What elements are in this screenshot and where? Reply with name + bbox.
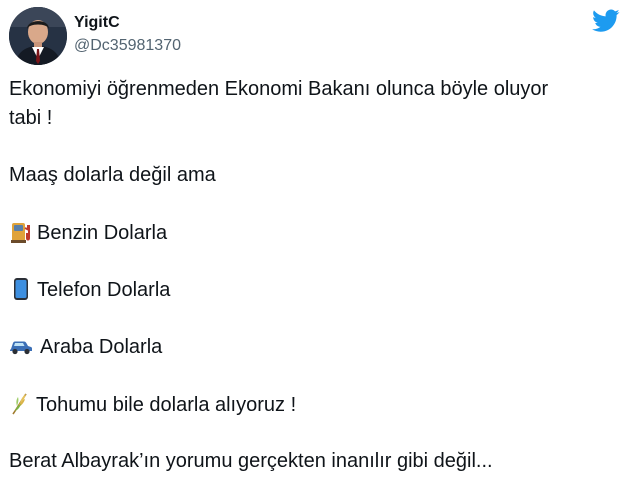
- fuel-pump-icon: [9, 220, 33, 244]
- twitter-bird-icon[interactable]: [592, 9, 620, 33]
- car-icon: [9, 334, 33, 358]
- tweet-line: Berat Albayrak’ın yorumu gerçekten inanı…: [9, 450, 493, 472]
- avatar-photo: [9, 7, 67, 65]
- tweet-line-rice: Tohumu bile dolarla alıyoruz !: [9, 392, 296, 417]
- tweet-line-fuel: Benzin Dolarla: [9, 220, 167, 245]
- tweet-line-label: Benzin Dolarla: [37, 222, 168, 244]
- tweet-line: Ekonomiyi öğrenmeden Ekonomi Bakanı olun…: [9, 78, 549, 100]
- author-name[interactable]: YigitC: [74, 14, 120, 32]
- tweet-line: Maaş dolarla değil ama: [9, 164, 216, 186]
- avatar[interactable]: [9, 7, 67, 65]
- mobile-phone-icon: [9, 277, 33, 301]
- tweet-line-car: Araba Dolarla: [9, 334, 162, 359]
- tweet-line-label: Araba Dolarla: [40, 336, 163, 358]
- tweet-line-label: Telefon Dolarla: [37, 279, 171, 301]
- sheaf-of-rice-icon: [9, 392, 33, 416]
- author-handle[interactable]: @Dc35981370: [74, 37, 181, 55]
- tweet-line: tabi !: [9, 107, 53, 129]
- tweet-line-phone: Telefon Dolarla: [9, 277, 170, 302]
- tweet-line-label: Tohumu bile dolarla alıyoruz !: [36, 394, 297, 416]
